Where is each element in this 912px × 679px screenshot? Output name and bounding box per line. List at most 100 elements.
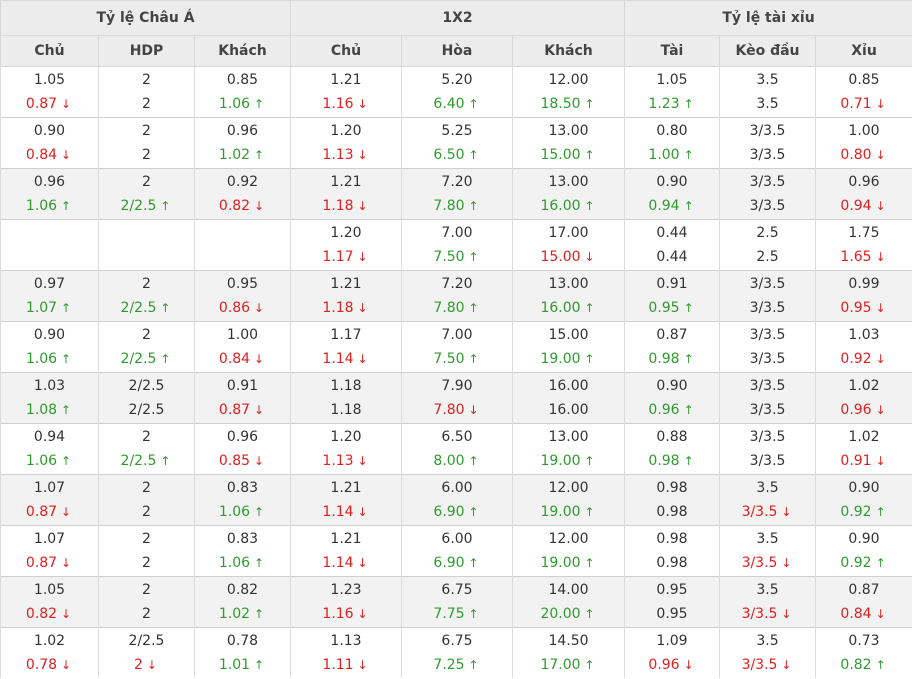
current-odds: 0.44 — [625, 245, 719, 269]
odds-cell-1x2-away: 13.00 16.00 — [511, 168, 626, 220]
current-odds: 0.95 — [816, 296, 912, 320]
arrow-up-icon — [252, 602, 266, 626]
odds-value: 0.84 — [25, 147, 58, 163]
odds-value: 0.80 — [656, 123, 688, 139]
opening-odds: 0.96 — [195, 119, 290, 143]
opening-odds: 5.25 — [402, 119, 512, 143]
arrow-up-icon — [252, 500, 266, 524]
current-odds: 3/3.5 — [720, 551, 815, 575]
odds-cell-1x2-draw: 6.50 8.00 — [401, 423, 513, 475]
odds-value: 7.90 — [441, 378, 473, 394]
odds-value: 2 — [142, 96, 151, 112]
current-odds — [99, 245, 194, 269]
odds-value: 1.02 — [848, 378, 880, 394]
current-odds: 1.18 — [291, 296, 401, 320]
current-odds: 0.87 — [1, 500, 98, 524]
table-row[interactable]: 0.97 1.07 2 2/2.5 0.95 0.86 1.21 1.18 7.20 7.80 13… — [0, 270, 912, 322]
odds-cell-line: 3/3.5 3/3.5 — [719, 423, 817, 475]
odds-value: 6.00 — [441, 480, 473, 496]
arrow-up-icon — [59, 347, 73, 371]
opening-odds: 3.5 — [720, 578, 815, 602]
table-row[interactable]: 1.070.87220.831.061.211.146.006.9012.001… — [0, 525, 912, 577]
odds-value: 17.00 — [540, 657, 581, 673]
odds-value: 0.98 — [648, 453, 680, 469]
opening-odds: 2 — [99, 323, 194, 347]
table-row[interactable]: 1.050.82220.821.021.231.166.757.7514.002… — [0, 576, 912, 628]
table-row[interactable]: 1.02 0.78 2/2.5 2 0.78 1.01 1.13 1.11 6.75 7.25 14… — [0, 627, 912, 678]
current-odds: 0.96 — [625, 653, 719, 677]
current-odds: 1.06 — [1, 194, 98, 218]
odds-value: 2 — [142, 531, 151, 547]
arrow-down-icon — [467, 398, 481, 422]
current-odds: 0.94 — [816, 194, 912, 218]
arrow-down-icon — [59, 143, 73, 167]
opening-odds: 3.5 — [720, 527, 815, 551]
current-odds: 0.96 — [816, 398, 912, 422]
odds-value: 15.00 — [548, 327, 589, 343]
table-row[interactable]: 1.201.177.007.5017.0015.000.440.442.52.5… — [0, 219, 912, 271]
group-header-row: Tỷ lệ Châu Á 1X2 Tỷ lệ tài xỉu — [0, 0, 912, 36]
current-odds: 19.00 — [513, 449, 624, 473]
odds-value: 2 — [142, 174, 151, 190]
odds-value: 0.82 — [25, 606, 58, 622]
odds-cell-1x2-away: 15.00 19.00 — [511, 321, 626, 373]
arrow-up-icon — [583, 602, 597, 626]
odds-value: 5.25 — [441, 123, 473, 139]
odds-value: 12.00 — [548, 480, 589, 496]
arrow-down-icon — [874, 194, 888, 218]
current-odds: 2/2.5 — [99, 398, 194, 422]
odds-value: 2 — [134, 657, 143, 673]
opening-odds: 3.5 — [720, 476, 815, 500]
odds-table-body: 1.050.87220.851.061.211.165.206.4012.001… — [0, 66, 912, 678]
odds-cell-line: 2.5 2.5 — [719, 219, 817, 271]
opening-odds: 0.90 — [1, 323, 98, 347]
odds-cell-over: 1.09 0.96 — [624, 627, 721, 678]
opening-odds: 15.00 — [513, 323, 624, 347]
table-row[interactable]: 1.050.87220.851.061.211.165.206.4012.001… — [0, 66, 912, 118]
current-odds: 3/3.5 — [720, 602, 815, 626]
odds-cell-asian-hdp: 2 2/2.5 — [98, 168, 195, 220]
odds-value: 1.14 — [322, 351, 354, 367]
opening-odds: 2/2.5 — [99, 374, 194, 398]
current-odds: 1.02 — [195, 602, 290, 626]
odds-value: 19.00 — [540, 555, 581, 571]
odds-cell-asian-away: 0.95 0.86 — [194, 270, 291, 322]
group-header-1x2: 1X2 — [289, 0, 626, 36]
odds-value: 0.94 — [840, 198, 872, 214]
odds-value: 15.00 — [540, 249, 581, 265]
table-row[interactable]: 1.070.87220.831.061.211.146.006.9012.001… — [0, 474, 912, 526]
table-row[interactable]: 1.031.082/2.52/2.50.910.871.181.187.907.… — [0, 372, 912, 424]
opening-odds: 1.07 — [1, 476, 98, 500]
odds-cell-under: 0.87 0.84 — [815, 576, 912, 628]
odds-value: 1.00 — [226, 327, 259, 343]
odds-value: 6.75 — [441, 582, 473, 598]
current-odds: 7.25 — [402, 653, 512, 677]
opening-odds: 3/3.5 — [720, 119, 815, 143]
current-odds: 7.80 — [402, 194, 512, 218]
odds-cell-line: 3.5 3/3.5 — [719, 474, 817, 526]
odds-cell-under: 0.85 0.71 — [815, 66, 912, 118]
arrow-up-icon — [252, 92, 266, 116]
odds-cell-1x2-home: 1.21 1.18 — [290, 168, 402, 220]
odds-value: 2 — [142, 429, 151, 445]
table-row[interactable]: 0.900.84220.961.021.201.135.256.5013.001… — [0, 117, 912, 169]
odds-value: 1.02 — [218, 147, 251, 163]
arrow-down-icon — [356, 143, 370, 167]
odds-cell-1x2-draw: 7.90 7.80 — [401, 372, 513, 424]
table-row[interactable]: 0.90 1.06 2 2/2.5 1.00 0.84 1.17 1.14 7.00 7.50 15… — [0, 321, 912, 373]
odds-value: 1.65 — [840, 249, 872, 265]
odds-value: 1.09 — [656, 633, 688, 649]
col-header-1x2-draw: Hòa — [401, 35, 513, 67]
arrow-down-icon — [682, 653, 696, 677]
odds-value: 0.87 — [25, 96, 58, 112]
odds-value: 15.00 — [540, 147, 581, 163]
table-row[interactable]: 0.94 1.06 2 2/2.5 0.96 0.85 1.20 1.13 6.50 8.00 13… — [0, 423, 912, 475]
opening-odds: 0.90 — [625, 374, 719, 398]
table-row[interactable]: 0.96 1.06 2 2/2.5 0.92 0.82 1.21 1.18 7.20 7.80 13… — [0, 168, 912, 220]
current-odds: 1.18 — [291, 398, 401, 422]
odds-value: 3/3.5 — [749, 378, 786, 394]
current-odds: 19.00 — [513, 500, 624, 524]
odds-value: 1.21 — [330, 531, 362, 547]
opening-odds: 13.00 — [513, 119, 624, 143]
odds-value: 19.00 — [540, 504, 581, 520]
